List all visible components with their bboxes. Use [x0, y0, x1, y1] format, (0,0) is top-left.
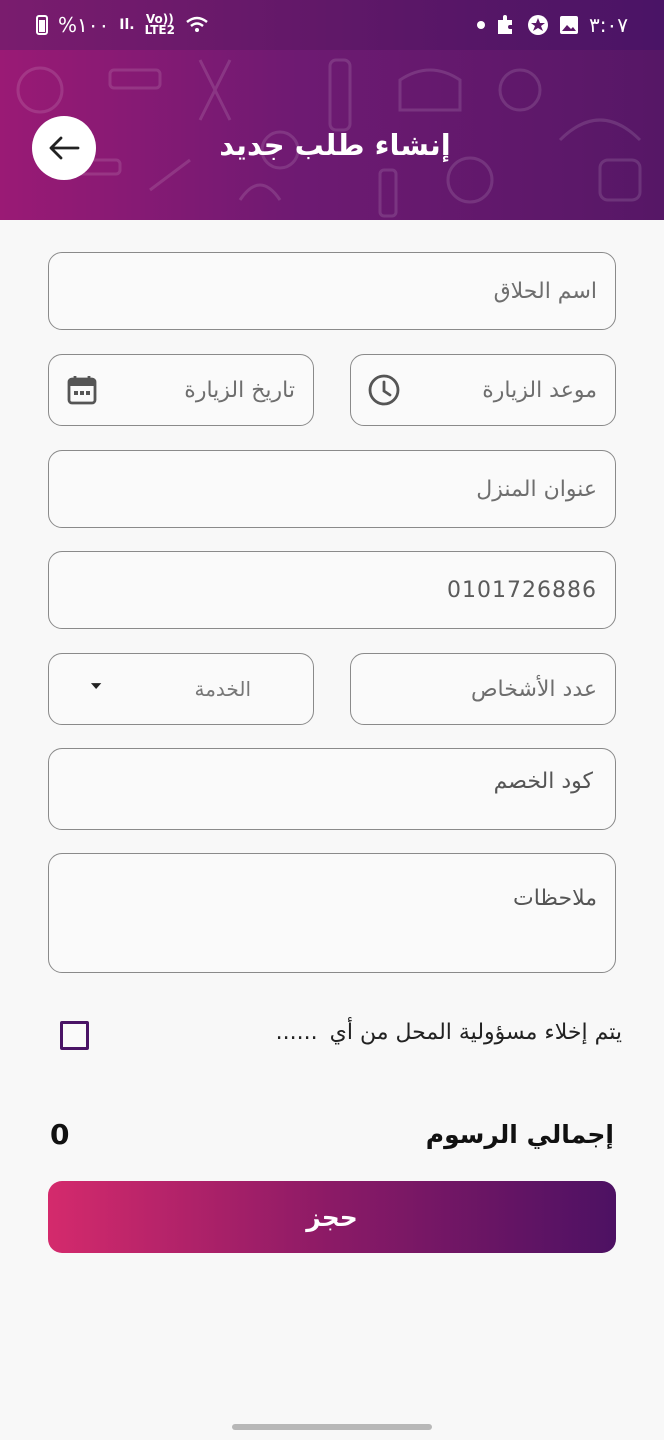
status-right: ٣:٠٧ — [477, 13, 628, 37]
terms-text: يتم إخلاء مسؤولية المحل من أي ...... — [276, 1020, 622, 1045]
status-bar: %١٠٠ Il. Vo)) LTE2 ٣:٠٧ — [0, 0, 664, 50]
clock-time: ٣:٠٧ — [589, 13, 628, 37]
persons-count-field[interactable]: عدد الأشخاص — [350, 653, 616, 725]
page-title: إنشاء طلب جديد — [219, 128, 451, 162]
home-address-field[interactable]: عنوان المنزل — [48, 450, 616, 528]
total-fees-label: إجمالي الرسوم — [425, 1120, 614, 1149]
service-dropdown[interactable]: الخدمة — [48, 653, 314, 725]
phone-field[interactable]: 0101726886 — [48, 551, 616, 629]
back-button[interactable] — [32, 116, 96, 180]
arrow-left-icon — [49, 136, 80, 160]
home-indicator[interactable] — [232, 1424, 432, 1430]
terms-checkbox[interactable] — [60, 1021, 89, 1050]
phone-value: 0101726886 — [447, 577, 597, 603]
status-left: %١٠٠ Il. Vo)) LTE2 — [36, 13, 209, 37]
barber-name-field[interactable]: اسم الحلاق — [48, 252, 616, 330]
barber-name-label: اسم الحلاق — [493, 278, 597, 304]
network-label: LTE2 — [144, 23, 175, 37]
visit-date-field[interactable]: تاريخ الزيارة — [48, 354, 314, 426]
app-bar: إنشاء طلب جديد — [0, 50, 664, 220]
visit-time-field[interactable]: موعد الزيارة — [350, 354, 616, 426]
image-icon — [560, 16, 579, 34]
calendar-icon — [67, 376, 97, 405]
service-label: الخدمة — [194, 677, 252, 701]
battery-icon — [36, 15, 48, 35]
network-indicator: Vo)) LTE2 — [144, 13, 175, 37]
dropdown-arrow-icon — [90, 683, 102, 689]
persons-count-label: عدد الأشخاص — [470, 676, 597, 702]
star-badge-icon — [528, 15, 549, 35]
visit-date-label: تاريخ الزيارة — [184, 377, 295, 403]
puzzle-icon — [498, 15, 513, 34]
notification-dot-icon — [477, 21, 486, 29]
signal-icon: Il. — [119, 17, 135, 33]
home-address-label: عنوان المنزل — [476, 476, 597, 502]
wifi-icon — [186, 16, 208, 32]
notes-field[interactable]: ملاحظات — [48, 853, 616, 973]
book-button[interactable]: حجز — [48, 1181, 616, 1253]
discount-code-field[interactable]: كود الخصم — [48, 748, 616, 830]
discount-code-label: كود الخصم — [493, 769, 593, 794]
visit-time-label: موعد الزيارة — [482, 377, 597, 403]
clock-icon — [368, 374, 400, 406]
battery-level: %١٠٠ — [58, 13, 110, 37]
notes-label: ملاحظات — [513, 886, 597, 911]
terms-ellipsis: ...... — [275, 1020, 318, 1045]
total-fees-value: 0 — [50, 1118, 70, 1151]
terms-label: يتم إخلاء مسؤولية المحل من أي — [329, 1020, 622, 1045]
